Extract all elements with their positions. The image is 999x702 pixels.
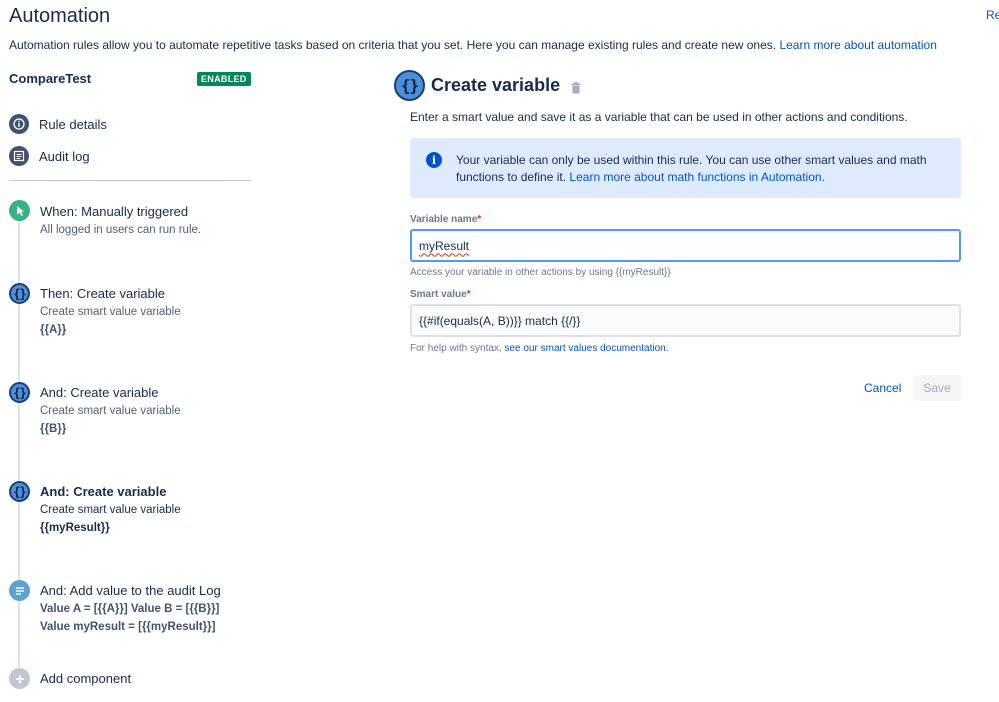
component-title: When: Manually triggered: [40, 204, 189, 219]
sidebar-item-label: Rule details: [39, 116, 107, 132]
variable-name-label: Variable name*: [410, 214, 481, 225]
sidebar-item-rule-details[interactable]: Rule details: [9, 113, 107, 135]
log-icon: [9, 580, 30, 601]
smart-value-label-text: Smart value: [410, 289, 467, 300]
variable-icon-glyph: {}: [400, 76, 419, 95]
variable-icon: {}: [394, 70, 425, 101]
required-mark: *: [477, 214, 482, 225]
component-subtitle: Create smart value variable: [40, 306, 181, 318]
component-value: {{myResult}}: [40, 522, 110, 534]
learn-more-automation-link[interactable]: Learn more about automation: [779, 38, 936, 52]
info-icon: [9, 114, 29, 134]
component-trigger[interactable]: When: Manually triggered All logged in u…: [9, 200, 249, 242]
smart-value-label: Smart value*: [410, 289, 471, 300]
component-subtitle: Create smart value variable: [40, 504, 181, 516]
status-badge: ENABLED: [197, 72, 251, 86]
variable-name-label-text: Variable name: [410, 214, 478, 225]
add-component-label: Add component: [40, 671, 132, 686]
component-title: Then: Create variable: [40, 286, 166, 301]
component-create-variable-b[interactable]: {} And: Create variable Create smart val…: [9, 382, 249, 438]
intro-description: Automation rules allow you to automate r…: [9, 38, 777, 52]
sidebar-divider: [9, 180, 251, 181]
component-add-audit-log[interactable]: And: Add value to the audit Log Value A …: [9, 580, 249, 638]
audit-log-icon: [9, 146, 29, 166]
rule-name: CompareTest: [9, 71, 92, 86]
smart-value-help-text: For help with syntax,: [410, 343, 502, 354]
trigger-icon: [9, 200, 30, 221]
component-value-line1: Value A = [{{A}}] Value B = [{{B}}]: [40, 603, 220, 615]
smart-value-value: {{#if(equals(A, B))}} match {{/}}: [419, 313, 581, 328]
variable-name-input[interactable]: myResult: [410, 229, 961, 262]
component-title: And: Create variable: [40, 484, 167, 499]
component-create-variable-myresult[interactable]: {} And: Create variable Create smart val…: [9, 481, 249, 537]
variable-icon: {}: [9, 382, 30, 403]
top-right-link[interactable]: Re: [986, 8, 999, 22]
smart-value-input[interactable]: {{#if(equals(A, B))}} match {{/}}: [410, 304, 961, 337]
variable-name-help: Access your variable in other actions by…: [410, 267, 671, 278]
smart-value-help: For help with syntax, see our smart valu…: [410, 343, 668, 354]
info-panel: i Your variable can only be used within …: [410, 138, 961, 198]
trash-icon[interactable]: [571, 81, 581, 99]
sidebar-item-label: Audit log: [39, 148, 90, 164]
page-title: Automation: [9, 5, 111, 27]
smart-values-docs-link[interactable]: see our smart values documentation.: [505, 343, 669, 354]
component-value-line2: Value myResult = [{{myResult}}]: [40, 621, 216, 633]
info-text: Your variable can only be used within th…: [456, 152, 936, 186]
variable-icon-glyph: {}: [13, 484, 26, 499]
variable-icon: {}: [9, 283, 30, 304]
component-title: And: Add value to the audit Log: [40, 583, 221, 598]
add-component-button[interactable]: Add component: [9, 668, 169, 690]
sidebar-item-audit-log[interactable]: Audit log: [9, 145, 90, 167]
intro-text: Automation rules allow you to automate r…: [9, 38, 937, 52]
cancel-button[interactable]: Cancel: [856, 375, 909, 401]
variable-name-value: myResult: [419, 238, 470, 253]
component-create-variable-a[interactable]: {} Then: Create variable Create smart va…: [9, 283, 249, 339]
component-subtitle: All logged in users can run rule.: [40, 224, 202, 236]
component-value: {{A}}: [40, 324, 67, 336]
panel-description: Enter a smart value and save it as a var…: [410, 110, 908, 124]
component-title: And: Create variable: [40, 385, 159, 400]
plus-icon: [9, 668, 30, 689]
component-subtitle: Create smart value variable: [40, 405, 181, 417]
save-button[interactable]: Save: [913, 375, 961, 401]
variable-icon: {}: [9, 481, 30, 502]
required-mark: *: [466, 289, 471, 300]
variable-icon-glyph: {}: [13, 286, 26, 301]
variable-icon-glyph: {}: [13, 385, 26, 400]
math-functions-link[interactable]: Learn more about math functions in Autom…: [569, 170, 825, 184]
info-icon: i: [426, 152, 442, 168]
component-value: {{B}}: [40, 423, 67, 435]
panel-title: Create variable: [431, 75, 561, 95]
